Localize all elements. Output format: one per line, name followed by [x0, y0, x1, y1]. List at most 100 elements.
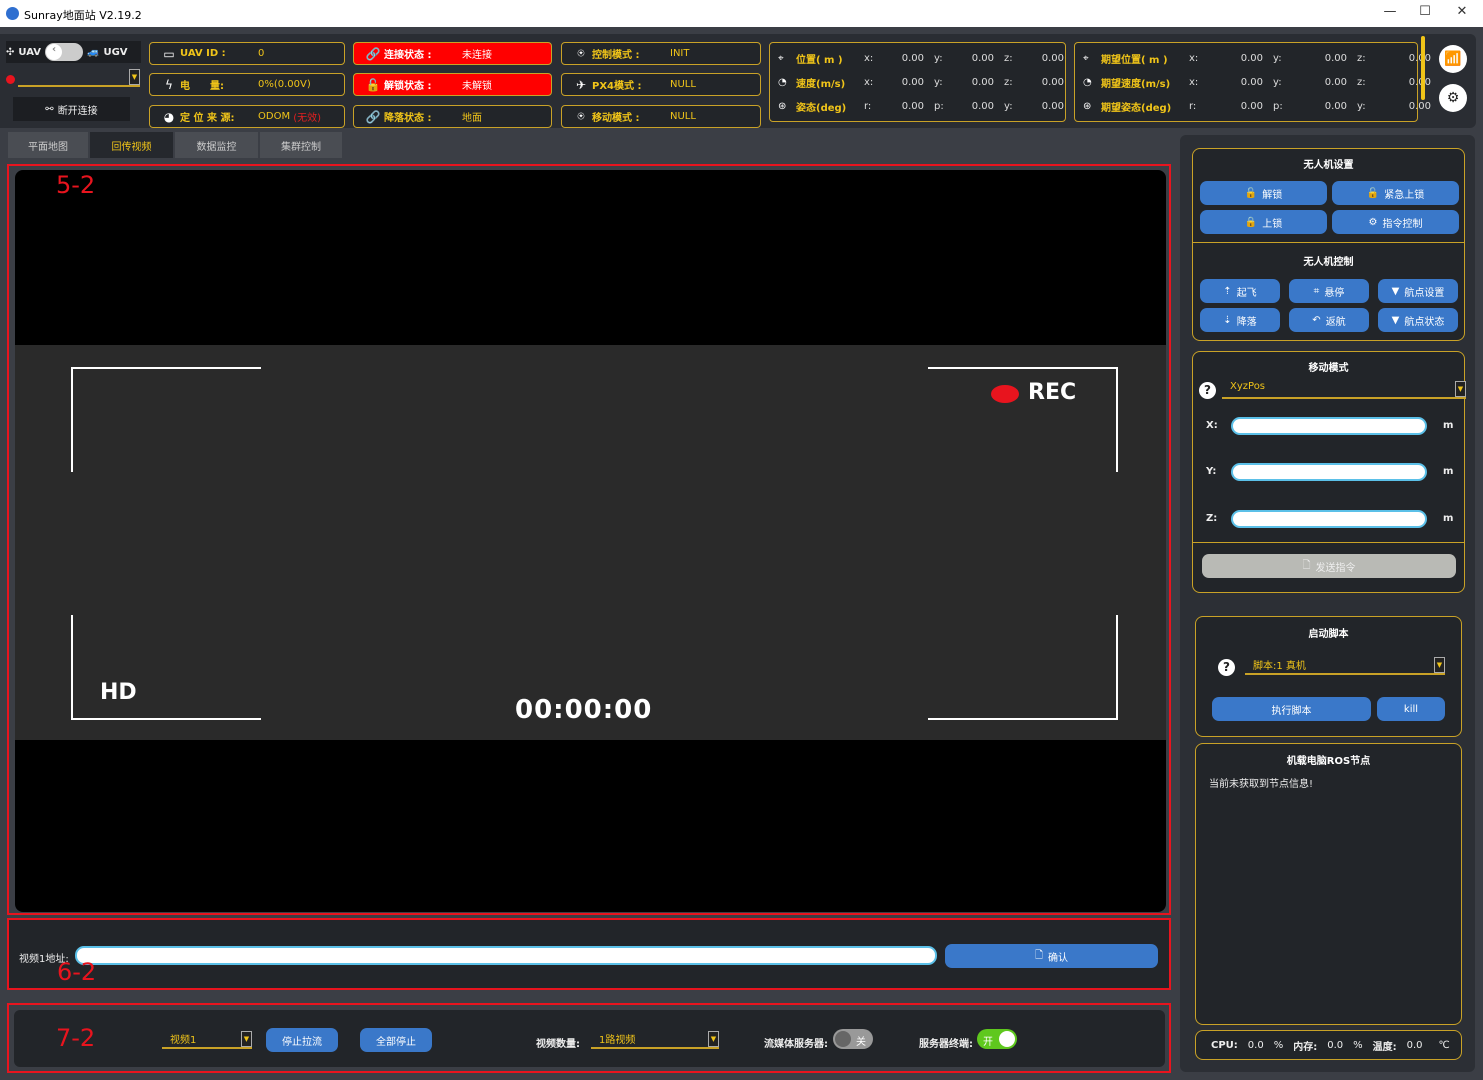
takeoff-button[interactable]: ⇡ 起飞	[1200, 279, 1280, 303]
vehicle-toggle[interactable]: ✣ UAV ‹ 🚙 UGV	[6, 41, 141, 63]
car-icon: 🚙	[87, 46, 100, 58]
tab-0[interactable]: 平面地图	[8, 132, 88, 158]
mem-unit: %	[1353, 1039, 1363, 1051]
ugv-label: UGV	[103, 46, 128, 58]
landing-state-box: 🔗 降落状态 : 地面	[353, 105, 552, 128]
land-button[interactable]: ⇣ 降落	[1200, 308, 1280, 332]
disconnect-button[interactable]: ⚯ 断开连接	[13, 97, 130, 121]
send-command-button[interactable]: 🗋 发送指令	[1202, 554, 1456, 578]
emergency-lock-button[interactable]: 🔓 紧急上锁	[1332, 181, 1459, 205]
chevron-down-icon[interactable]: ▼	[1455, 381, 1466, 397]
chevron-down-icon[interactable]: ▼	[241, 1031, 252, 1047]
waypoint-status-button[interactable]: ▼ 航点状态	[1378, 308, 1458, 332]
script-select-value: 脚本:1 真机	[1253, 661, 1306, 672]
server-terminal-toggle[interactable]: 开	[977, 1029, 1017, 1049]
hover-label: 悬停	[1324, 287, 1345, 299]
chevron-down-icon[interactable]: ▼	[708, 1031, 719, 1047]
uav-settings-title: 无人机设置	[1303, 160, 1354, 171]
wifi-icon[interactable]: 📶	[1439, 45, 1467, 73]
connection-select[interactable]: ▼	[18, 69, 140, 87]
telemetry-label: 期望姿态(deg)	[1101, 102, 1172, 114]
attitude-icon: ⊛	[1083, 100, 1092, 112]
section-tag: 5-2	[56, 171, 96, 199]
chevron-down-icon[interactable]: ▼	[129, 69, 140, 85]
close-button[interactable]: ✕	[1452, 4, 1472, 22]
unlink-icon: ⚯	[45, 103, 54, 115]
y-input[interactable]	[1231, 463, 1427, 481]
script-title: 启动脚本	[1308, 629, 1349, 640]
axis-value: 0.00	[1041, 100, 1064, 112]
header-scrollbar[interactable]	[1421, 36, 1425, 100]
video-select-value: 视频1	[170, 1035, 197, 1046]
media-server-toggle[interactable]: 关	[833, 1029, 873, 1049]
help-icon[interactable]: ?	[1218, 659, 1235, 676]
move-mode-box: ⍟ 移动模式 : NULL	[561, 105, 761, 128]
command-control-button[interactable]: ⚙ 指令控制	[1332, 210, 1459, 234]
uav-label: UAV	[18, 46, 42, 58]
ros-nodes-title: 机载电脑ROS节点	[1286, 756, 1371, 767]
control-mode-label: 控制模式 :	[592, 50, 640, 61]
waypoint-set-button[interactable]: ▼ 航点设置	[1378, 279, 1458, 303]
axis-value: 0.00	[1408, 100, 1431, 112]
confirm-button[interactable]: 🗋 确认	[945, 944, 1158, 968]
connection-indicator	[6, 75, 15, 84]
kill-button[interactable]: kill	[1377, 697, 1445, 721]
location-source-box: ◕ 定 位 来 源: ODOM (无效)	[149, 105, 345, 128]
uav-id-value: 0	[258, 48, 265, 59]
control-mode-value: INIT	[670, 48, 690, 59]
hover-icon: ⌗	[1313, 285, 1320, 297]
connect-state-value: 未连接	[462, 50, 492, 61]
title-bar: Sunray地面站 V2.19.2 — ☐ ✕	[0, 0, 1483, 27]
hover-button[interactable]: ⌗ 悬停	[1289, 279, 1369, 303]
land-icon: ⇣	[1223, 314, 1232, 326]
tab-2[interactable]: 数据监控	[175, 132, 258, 158]
uav-id-label: UAV ID :	[180, 48, 226, 59]
system-stats: CPU: 0.0% 内存: 0.0% 温度: 0.0 ℃	[1195, 1030, 1462, 1060]
axis-label: y:	[1004, 100, 1013, 112]
px4-mode-box: ✈ PX4模式 : NULL	[561, 73, 761, 96]
stop-all-button[interactable]: 全部停止	[360, 1028, 432, 1052]
uav-settings-panel: 无人机设置 🔓 解锁 🔓 紧急上锁 🔒 上锁 ⚙ 指令控制 无人机控制 ⇡ 起飞 ⌗ 悬停 ▼ 航…	[1192, 148, 1465, 341]
x-input[interactable]	[1231, 417, 1427, 435]
desired-panel: ⌖ 期望位置( m ) x: 0.00 y: 0.00 z: 0.00 ◔ 期望速度(m/s) x:…	[1074, 42, 1431, 122]
video-address-input[interactable]	[75, 946, 937, 965]
link-icon: 🔗	[365, 46, 381, 61]
video-count-label: 视频数量:	[536, 1039, 580, 1050]
gear-icon[interactable]: ⚙	[1439, 84, 1467, 112]
section-tag: 6-2	[57, 958, 97, 986]
axis-value: 0.00	[1240, 76, 1263, 88]
stop-pull-button[interactable]: 停止拉流	[266, 1028, 338, 1052]
video-select[interactable]: 视频1 ▼	[162, 1031, 252, 1049]
script-select[interactable]: 脚本:1 真机 ▼	[1245, 657, 1445, 675]
return-button[interactable]: ↶ 返航	[1289, 308, 1369, 332]
tab-3[interactable]: 集群控制	[260, 132, 342, 158]
server-terminal-label: 服务器终端:	[919, 1039, 973, 1050]
axis-value: 0.00	[901, 100, 924, 112]
vehicle-switch[interactable]: ‹	[45, 43, 84, 61]
battery-icon: ϟ	[165, 77, 173, 92]
joystick-icon: ⍟	[577, 46, 585, 60]
telemetry-label: 姿态(deg)	[796, 102, 847, 114]
telemetry-row: ⌖ 位置( m ) x: 0.00 y: 0.00 z: 0.00	[778, 50, 1074, 66]
help-icon[interactable]: ?	[1199, 382, 1216, 399]
run-script-button[interactable]: 执行脚本	[1212, 697, 1371, 721]
telemetry-label: 位置( m )	[796, 54, 843, 66]
z-input[interactable]	[1231, 510, 1427, 528]
axis-value: 0.00	[971, 76, 994, 88]
video-count-value: 1路视频	[599, 1035, 636, 1046]
minimize-button[interactable]: —	[1380, 4, 1400, 22]
move-mode-select[interactable]: XyzPos ▼	[1222, 381, 1466, 399]
tab-1[interactable]: 回传视频	[90, 132, 173, 158]
video-count-select[interactable]: 1路视频 ▼	[591, 1031, 719, 1049]
location-source-label: 定 位 来 源:	[180, 113, 235, 124]
confirm-label: 确认	[1048, 952, 1069, 964]
chevron-down-icon[interactable]: ▼	[1434, 657, 1445, 673]
connect-state-box: 🔗 连接状态 : 未连接	[353, 42, 552, 65]
maximize-button[interactable]: ☐	[1415, 4, 1435, 22]
telemetry-label: 速度(m/s)	[796, 78, 846, 90]
id-card-icon: ▭	[163, 46, 175, 61]
attitude-icon: ⊛	[778, 100, 787, 112]
divider	[1193, 242, 1464, 243]
lock-button[interactable]: 🔒 上锁	[1200, 210, 1327, 234]
arm-button[interactable]: 🔓 解锁	[1200, 181, 1327, 205]
